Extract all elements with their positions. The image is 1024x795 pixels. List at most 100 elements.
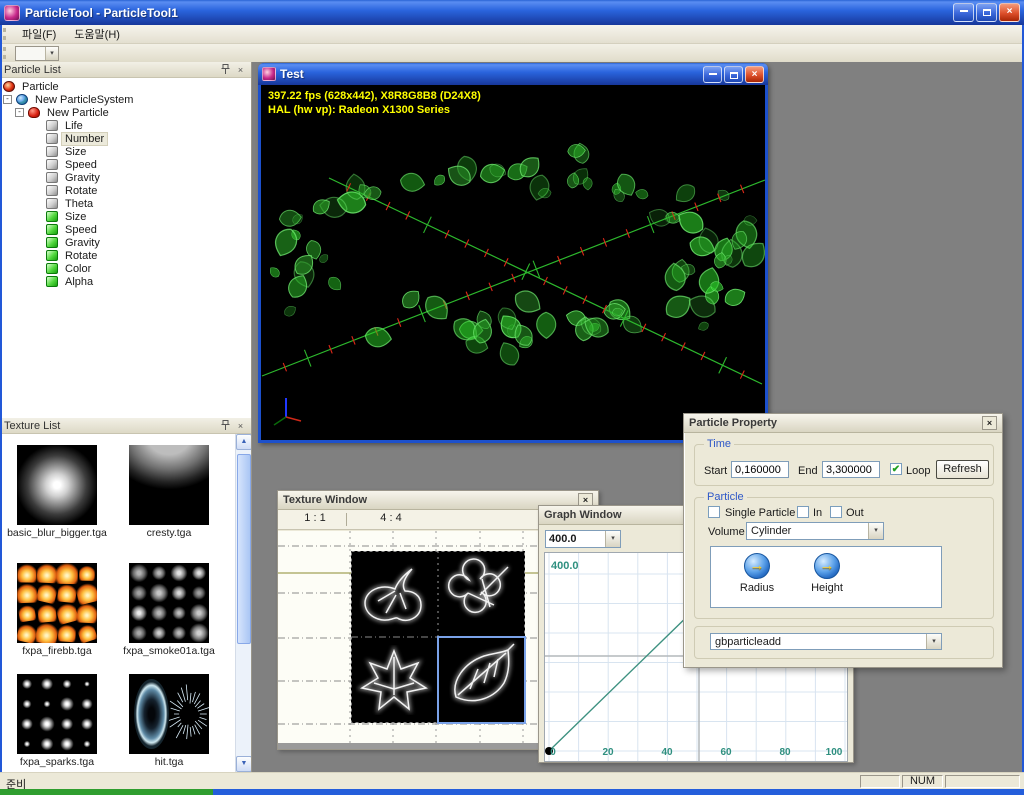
- arrow-up-icon: ▲: [241, 438, 248, 445]
- texture-list-scrollbar[interactable]: ▲ ▼: [235, 434, 251, 772]
- zoom-4-4-button[interactable]: 4 : 4: [356, 512, 426, 527]
- restore-button[interactable]: [976, 3, 997, 22]
- particle-group-label: Particle: [704, 491, 747, 503]
- minimize-button[interactable]: [953, 3, 974, 22]
- viewport-canvas: [261, 85, 765, 437]
- heart-icon: [28, 107, 40, 118]
- tree-expander-icon[interactable]: -: [15, 108, 24, 117]
- texture-window-title: Texture Window: [283, 494, 367, 506]
- in-checkbox[interactable]: [797, 506, 809, 518]
- tree-item-alpha[interactable]: Alpha: [0, 275, 251, 288]
- texture-list-header[interactable]: Texture List ×: [0, 418, 251, 434]
- test-titlebar[interactable]: Test ×: [258, 63, 768, 85]
- tree-item-number[interactable]: Number: [0, 132, 251, 145]
- gray-icon: [46, 133, 58, 144]
- test-window-icon: [262, 67, 276, 81]
- particle-list-header[interactable]: Particle List ×: [0, 62, 251, 78]
- particle-list-panel: Particle List × Particle-New ParticleSys…: [0, 62, 252, 418]
- chevron-down-icon[interactable]: ▾: [605, 531, 620, 547]
- close-button[interactable]: ×: [745, 66, 764, 83]
- tree-item-speed[interactable]: Speed: [0, 158, 251, 171]
- restore-icon: [983, 9, 991, 16]
- texture-item[interactable]: basic_blur_bigger.tga: [0, 445, 114, 539]
- loop-checkbox[interactable]: ✔: [890, 463, 902, 475]
- menubar-grip-icon: [3, 28, 8, 40]
- menu-file[interactable]: 파일(F): [13, 24, 65, 44]
- radius-icon: →: [744, 553, 770, 579]
- volume-label: Volume: [708, 526, 745, 538]
- tree-item-size[interactable]: Size: [0, 210, 251, 223]
- tree-item-label: New Particle: [44, 107, 112, 119]
- green-icon: [46, 250, 58, 261]
- close-button[interactable]: ×: [982, 416, 997, 430]
- shader-combobox[interactable]: gbparticleadd ▾: [710, 633, 942, 650]
- tree-item-label: Life: [62, 120, 86, 132]
- tree-item-speed[interactable]: Speed: [0, 223, 251, 236]
- menu-help[interactable]: 도움말(H): [65, 24, 129, 44]
- chevron-down-icon[interactable]: ▾: [926, 634, 941, 649]
- start-input[interactable]: [731, 461, 789, 478]
- arrow-down-icon: ▼: [241, 760, 248, 767]
- particle-property-dialog: Particle Property × Time Start End ✔ Loo…: [683, 413, 1003, 668]
- texture-item[interactable]: cresty.tga: [112, 445, 226, 539]
- tree-item-gravity[interactable]: Gravity: [0, 236, 251, 249]
- texture-item[interactable]: fxpa_firebb.tga: [0, 563, 114, 657]
- toolbar-combobox[interactable]: ▾: [15, 46, 59, 61]
- tree-item-rotate[interactable]: Rotate: [0, 249, 251, 262]
- close-button[interactable]: ×: [999, 3, 1020, 22]
- single-particle-checkbox[interactable]: [708, 506, 720, 518]
- start-button-edge[interactable]: [0, 789, 213, 795]
- tree-item-rotate[interactable]: Rotate: [0, 184, 251, 197]
- tree-item-label: Size: [62, 211, 89, 223]
- scroll-up-button[interactable]: ▲: [236, 434, 251, 450]
- texture-item[interactable]: hit.tga: [112, 674, 226, 768]
- status-cell-2: [945, 775, 1020, 788]
- app-icon: [4, 5, 20, 21]
- close-icon[interactable]: ×: [234, 420, 247, 432]
- end-input[interactable]: [822, 461, 880, 478]
- x-tick-label: 100: [826, 747, 843, 758]
- pin-icon[interactable]: [219, 420, 232, 432]
- texture-thumbnail-spark: [17, 674, 97, 754]
- tree-item-color[interactable]: Color: [0, 262, 251, 275]
- graph-max-value: 400.0: [546, 531, 605, 547]
- volume-combobox[interactable]: Cylinder ▾: [746, 522, 884, 540]
- tree-item-new-particle[interactable]: - New Particle: [0, 106, 251, 119]
- tree-item-life[interactable]: Life: [0, 119, 251, 132]
- scroll-down-button[interactable]: ▼: [236, 756, 251, 772]
- refresh-button[interactable]: Refresh: [936, 460, 989, 479]
- restore-button[interactable]: [724, 66, 743, 83]
- texture-item[interactable]: fxpa_smoke01a.tga: [112, 563, 226, 657]
- tree-item-particle-root[interactable]: Particle: [0, 80, 251, 93]
- minimize-button[interactable]: [703, 66, 722, 83]
- green-icon: [46, 224, 58, 235]
- zoom-1-1-button[interactable]: 1 : 1: [286, 512, 344, 527]
- close-icon: ×: [1007, 6, 1013, 17]
- tree-expander-icon[interactable]: -: [3, 95, 12, 104]
- texture-thumbnail-cresty: [129, 445, 209, 525]
- tree-item-size[interactable]: Size: [0, 145, 251, 158]
- scrollbar-thumb[interactable]: [237, 454, 251, 644]
- globe-icon: [16, 94, 28, 105]
- tree-item-particle-system[interactable]: -New ParticleSystem: [0, 93, 251, 106]
- pin-icon[interactable]: [219, 64, 232, 76]
- close-icon[interactable]: ×: [234, 64, 247, 76]
- graph-max-combobox[interactable]: 400.0 ▾: [545, 530, 621, 548]
- close-icon: ×: [752, 69, 758, 80]
- viewport-3d[interactable]: 397.22 fps (628x442), X8R8G8B8 (D24X8)HA…: [261, 85, 765, 440]
- x-tick-label: 80: [779, 747, 791, 758]
- green-icon: [46, 263, 58, 274]
- tree-item-gravity[interactable]: Gravity: [0, 171, 251, 184]
- height-item[interactable]: → Height: [799, 553, 855, 594]
- particle-property-titlebar[interactable]: Particle Property ×: [684, 414, 1002, 433]
- app-titlebar[interactable]: ParticleTool - ParticleTool1 ×: [0, 0, 1024, 25]
- taskbar-edge[interactable]: [0, 789, 1024, 795]
- texture-item[interactable]: fxpa_sparks.tga: [0, 674, 114, 768]
- radius-item[interactable]: → Radius: [729, 553, 785, 594]
- chevron-down-icon[interactable]: ▾: [868, 523, 883, 539]
- tree-item-theta[interactable]: Theta: [0, 197, 251, 210]
- status-cell-num: NUM: [902, 775, 943, 788]
- chevron-down-icon[interactable]: ▾: [45, 47, 58, 60]
- gray-icon: [46, 172, 58, 183]
- out-checkbox[interactable]: [830, 506, 842, 518]
